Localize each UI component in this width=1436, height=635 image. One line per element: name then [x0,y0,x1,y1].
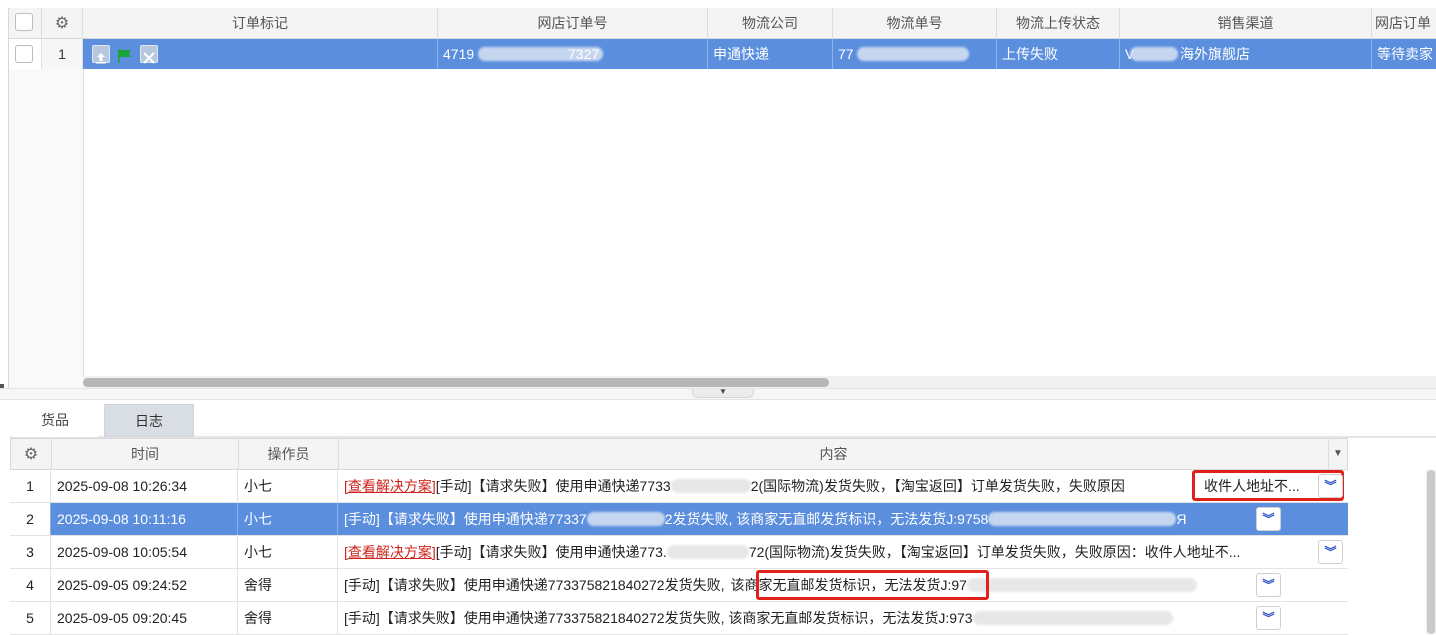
log-time: 2025-09-08 10:26:34 [51,470,238,502]
logistics-company-cell[interactable]: 申通快递 [708,39,833,69]
log-time: 2025-09-08 10:11:16 [51,503,238,535]
log-row-index: 5 [10,602,51,634]
panel-splitter[interactable]: ▼ [0,388,1436,400]
col-shop-order-status[interactable]: 网店订单 [1372,8,1436,38]
column-settings-cell: ⚙ [42,8,83,38]
view-solution-link[interactable]: [查看解决方案] [344,544,436,560]
redacted-blur [1130,47,1178,61]
log-time: 2025-09-05 09:20:45 [51,602,238,634]
log-row[interactable]: 1 2025-09-08 10:26:34 小七 [查看解决方案][手动]【请求… [10,470,1348,503]
col-order-mark[interactable]: 订单标记 [83,8,438,38]
log-operator: 小七 [238,470,338,502]
redacted-blur [586,512,665,526]
gear-icon[interactable]: ⚙ [55,15,69,32]
row-number-gutter [9,69,84,388]
log-operator: 小七 [238,536,338,568]
log-row-index: 3 [10,536,51,568]
redacted-blur [666,545,749,559]
dropdown-arrow-icon[interactable]: ▼ [1329,439,1347,469]
expand-down-icon[interactable]: ︾ [1256,507,1281,531]
log-content: [手动]【请求失败】使用申通快递773375821840272发货失败, 该商家… [338,602,1348,634]
log-content-text-b: 2(国际物流)发货失败，【淘宝返回】订单发货失败，失败原因 [750,478,1125,494]
col-shop-order-no[interactable]: 网店订单号 [438,8,708,38]
row-checkbox[interactable] [15,45,33,63]
log-row-index: 1 [10,470,51,502]
expand-down-icon[interactable]: ︾ [1318,540,1343,564]
sales-channel-cell[interactable]: V 海外旗舰店 [1120,39,1372,69]
log-content-text-a: [手动]【请求失败】使用申通快递773. [435,544,667,560]
highlight-box [756,570,989,600]
log-settings-cell: ⚙ [11,439,52,469]
log-row-index: 4 [10,569,51,601]
col-logistics-company[interactable]: 物流公司 [708,8,833,38]
select-all-checkbox[interactable] [15,13,33,31]
expand-down-icon[interactable]: ︾ [1318,474,1343,498]
redacted-blur [857,47,969,61]
view-solution-link[interactable]: [查看解决方案] [344,478,436,494]
horizontal-scrollbar[interactable] [83,376,1436,388]
order-mark-cell[interactable] [83,39,438,69]
order-grid-header: ⚙ 订单标记 网店订单号 物流公司 物流单号 物流上传状态 销售渠道 网店订单 [9,8,1436,39]
tracking-no-prefix: 77 [838,46,854,62]
log-content-text-a: [手动]【请求失败】使用申通快递77337 [344,511,587,527]
log-row-index: 2 [10,503,51,535]
header-select-cell [9,8,42,38]
expand-down-icon[interactable]: ︾ [1256,606,1281,630]
col-tracking-no[interactable]: 物流单号 [833,8,997,38]
upload-mark-icon [92,45,110,64]
gear-icon[interactable]: ⚙ [24,446,38,463]
log-row-selected[interactable]: 2 2025-09-08 10:11:16 小七 [手动]【请求失败】使用申通快… [10,503,1348,536]
green-flag-icon [116,45,134,63]
log-time: 2025-09-08 10:05:54 [51,536,238,568]
col-sales-channel[interactable]: 销售渠道 [1120,8,1372,38]
col-operator[interactable]: 操作员 [239,439,339,469]
redacted-blur [972,611,1173,625]
tracking-no-cell[interactable]: 77 [833,39,997,69]
horizontal-scroll-thumb[interactable] [83,378,829,387]
col-time[interactable]: 时间 [52,439,239,469]
shop-order-no-cell[interactable]: 4719 7327 [438,39,708,69]
log-time: 2025-09-05 09:24:52 [51,569,238,601]
log-content-text-b: 2发货失败, 该商家无直邮发货标识，无法发货J:9758 [664,511,989,527]
log-row[interactable]: 3 2025-09-08 10:05:54 小七 [查看解决方案][手动]【请求… [10,536,1348,569]
log-row[interactable]: 4 2025-09-05 09:24:52 舍得 [手动]【请求失败】使用申通快… [10,569,1348,602]
expand-down-icon[interactable]: ︾ [1256,573,1281,597]
log-content: [查看解决方案][手动]【请求失败】使用申通快递773. 72(国际物流)发货失败… [338,536,1348,568]
log-grid: ⚙ 时间 操作员 内容 ▼ 1 2025-09-08 10:26:34 小七 [… [10,438,1436,635]
log-operator: 舍得 [238,569,338,601]
tab-goods[interactable]: 货品 [12,404,98,437]
row-select-cell [9,39,42,69]
log-content-tail: Я [1176,511,1187,527]
shop-order-status-cell[interactable]: 等待卖家 [1372,39,1436,69]
log-content-text-a: [手动]【请求失败】使用申通快递7733 [435,478,671,494]
log-content-text-a: [手动]【请求失败】使用申通快递773375821840272发货失败, 该商家… [344,610,973,626]
log-row[interactable]: 5 2025-09-05 09:20:45 舍得 [手动]【请求失败】使用申通快… [10,602,1348,635]
upload-status-cell[interactable]: 上传失败 [997,39,1120,69]
shop-order-no-suffix: 7327 [568,46,600,62]
row-index: 1 [42,39,83,69]
log-vertical-scroll-thumb[interactable] [1427,470,1435,634]
invalid-mark-icon [140,45,158,64]
order-grid: ⚙ 订单标记 网店订单号 物流公司 物流单号 物流上传状态 销售渠道 网店订单 … [8,8,1436,388]
log-operator: 小七 [238,503,338,535]
col-upload-status[interactable]: 物流上传状态 [997,8,1120,38]
log-content-text-a: [手动]【请求失败】使用申通快递773375821840272发货失败, [344,577,725,593]
log-content: [手动]【请求失败】使用申通快递77337 2发货失败, 该商家无直邮发货标识，无… [338,503,1348,535]
collapse-arrow-icon[interactable]: ▼ [692,388,754,398]
tab-log[interactable]: 日志 [104,404,194,437]
log-highlight-text: 收件人地址不... [1204,478,1300,494]
sales-channel-name: 海外旗舰店 [1180,46,1250,62]
col-content[interactable]: 内容 [339,439,1329,469]
log-content-text-b: 72(国际物流)发货失败，【淘宝返回】订单发货失败，失败原因：收件人地址不... [748,544,1241,560]
shop-order-no-prefix: 4719 [443,46,475,62]
redacted-blur [988,512,1177,526]
log-operator: 舍得 [238,602,338,634]
log-grid-header: ⚙ 时间 操作员 内容 ▼ [10,438,1348,470]
log-vertical-scrollbar[interactable] [1426,470,1436,634]
redacted-blur [670,479,751,493]
redacted-blur [966,578,1197,592]
order-row[interactable]: 1 4719 7327 申通快递 77 上传失败 V 海外旗舰店 [9,39,1436,69]
